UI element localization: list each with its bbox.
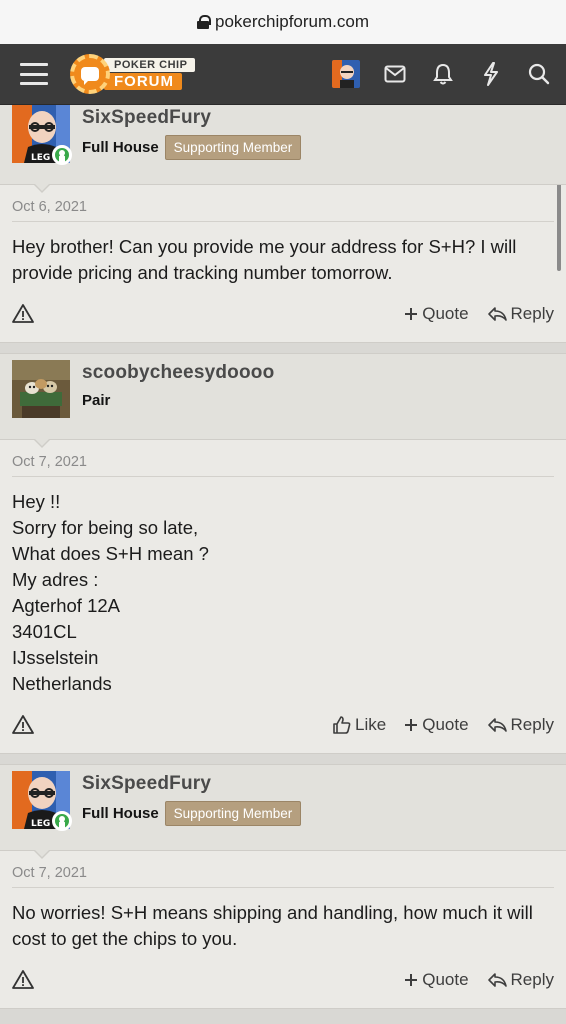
reply-label: Reply <box>510 970 554 989</box>
user-avatar[interactable] <box>12 360 70 418</box>
reply-arrow-icon <box>487 307 507 321</box>
thread-posts: LEG SixSpeedFury Full House Supporting M… <box>0 105 566 1024</box>
username[interactable]: SixSpeedFury <box>82 773 301 795</box>
inbox-icon[interactable] <box>382 61 408 87</box>
online-status-icon <box>52 145 72 165</box>
user-rank: Full House <box>82 805 159 822</box>
lock-icon <box>196 15 211 29</box>
plus-icon <box>405 974 418 986</box>
svg-text:LEG: LEG <box>31 819 50 829</box>
plus-icon <box>405 308 418 320</box>
logo-text-top: POKER CHIP <box>104 58 196 72</box>
site-header: POKER CHIP FORUM <box>0 44 566 105</box>
site-logo[interactable]: POKER CHIP FORUM <box>70 54 196 94</box>
post: LEG SixSpeedFury Full House Supporting M… <box>0 105 566 343</box>
post-author-block: LEG SixSpeedFury Full House Supporting M… <box>0 765 566 859</box>
post-date[interactable]: Oct 7, 2021 <box>12 865 554 888</box>
user-avatar[interactable]: LEG <box>12 105 72 165</box>
post-content: No worries! S+H means shipping and handl… <box>12 902 533 949</box>
like-label: Like <box>355 715 387 734</box>
menu-icon[interactable] <box>20 63 48 85</box>
post: LEG SixSpeedFury Full House Supporting M… <box>0 764 566 1009</box>
quote-button[interactable]: Quote <box>404 715 469 735</box>
reply-arrow-icon <box>487 718 507 732</box>
whats-new-bolt-icon[interactable] <box>478 61 504 87</box>
post: scoobycheesydoooo Pair Oct 7, 2021 Hey !… <box>0 353 566 754</box>
user-avatar[interactable]: LEG <box>12 771 72 831</box>
reply-button[interactable]: Reply <box>487 715 554 735</box>
quote-label: Quote <box>422 304 469 323</box>
username[interactable]: scoobycheesydoooo <box>82 362 274 384</box>
reply-button[interactable]: Reply <box>487 970 554 990</box>
post-date[interactable]: Oct 6, 2021 <box>12 199 554 222</box>
post-author-block: LEG SixSpeedFury Full House Supporting M… <box>0 105 566 193</box>
post-date[interactable]: Oct 7, 2021 <box>12 454 554 477</box>
quote-label: Quote <box>422 715 469 734</box>
url-text: pokerchipforum.com <box>214 12 369 31</box>
reply-label: Reply <box>510 304 554 323</box>
post-content: Hey !! Sorry for being so late, What doe… <box>12 491 209 694</box>
online-status-icon <box>52 811 72 831</box>
poker-chip-logo-icon <box>70 54 110 94</box>
svg-text:LEG: LEG <box>31 153 50 163</box>
user-rank: Pair <box>82 392 111 409</box>
quote-button[interactable]: Quote <box>404 304 469 324</box>
search-icon[interactable] <box>526 61 552 87</box>
logo-text-bottom: FORUM <box>104 73 182 90</box>
reply-arrow-icon <box>487 973 507 987</box>
like-button[interactable]: Like <box>333 715 386 735</box>
post-author-block: scoobycheesydoooo Pair <box>0 354 566 448</box>
account-avatar[interactable] <box>332 60 360 88</box>
user-rank: Full House <box>82 139 159 156</box>
report-warning-icon[interactable] <box>12 969 34 991</box>
bell-icon[interactable] <box>430 61 456 87</box>
quote-button[interactable]: Quote <box>404 970 469 990</box>
reply-label: Reply <box>510 715 554 734</box>
username[interactable]: SixSpeedFury <box>82 107 301 129</box>
plus-icon <box>405 719 418 731</box>
supporting-member-badge: Supporting Member <box>164 135 302 160</box>
browser-url-bar[interactable]: pokerchipforum.com <box>0 0 566 44</box>
supporting-member-badge: Supporting Member <box>164 801 302 826</box>
thumbs-up-icon <box>333 716 351 734</box>
report-warning-icon[interactable] <box>12 303 34 325</box>
post-content: Hey brother! Can you provide me your add… <box>12 236 517 283</box>
reply-button[interactable]: Reply <box>487 304 554 324</box>
quote-label: Quote <box>422 970 469 989</box>
report-warning-icon[interactable] <box>12 714 34 736</box>
